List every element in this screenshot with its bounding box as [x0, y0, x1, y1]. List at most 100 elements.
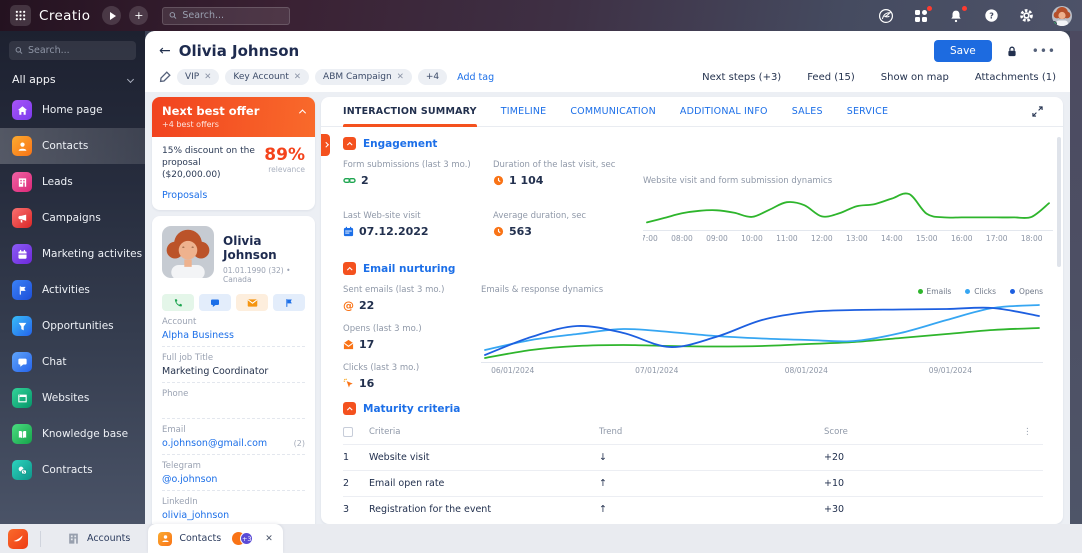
- envelope-open-icon: [343, 339, 354, 350]
- call-button[interactable]: [162, 294, 194, 311]
- collapse-chevron-icon[interactable]: [343, 262, 356, 275]
- contact-photo[interactable]: [162, 226, 214, 278]
- remove-tag-icon[interactable]: ✕: [397, 72, 404, 82]
- sidebar-item-chat[interactable]: Chat: [0, 344, 145, 380]
- apps-filter-dropdown[interactable]: All apps: [12, 73, 133, 86]
- interaction-panel: INTERACTION SUMMARY TIMELINE COMMUNICATI…: [321, 97, 1063, 524]
- tab-interaction-summary[interactable]: INTERACTION SUMMARY: [343, 97, 477, 127]
- remove-tag-icon[interactable]: ✕: [204, 72, 211, 82]
- table-menu-icon[interactable]: ⋮: [1023, 423, 1043, 444]
- email-nurturing-section: Email nurturing Sent emails (last 3 mo.)…: [321, 248, 1063, 390]
- add-button[interactable]: +: [129, 6, 148, 25]
- workspaces-icon[interactable]: [912, 7, 930, 25]
- scrollbar[interactable]: [1057, 137, 1061, 267]
- chat-button[interactable]: [199, 294, 231, 311]
- flag-button[interactable]: [273, 294, 305, 311]
- table-row[interactable]: 1 Website visit ↓ +20: [343, 444, 1043, 470]
- sidebar-item-opportunities[interactable]: Opportunities: [0, 308, 145, 344]
- remove-tag-icon[interactable]: ✕: [294, 72, 301, 82]
- freedom-bird-icon[interactable]: [877, 7, 895, 25]
- svg-text:$: $: [22, 469, 25, 474]
- tab-additional-info[interactable]: ADDITIONAL INFO: [680, 97, 768, 127]
- tab-service[interactable]: SERVICE: [847, 97, 888, 127]
- tag-pill[interactable]: ABM Campaign✕: [315, 69, 412, 85]
- linkedin-link[interactable]: olivia_johnson: [162, 510, 305, 521]
- notifications-bell-icon[interactable]: [947, 7, 965, 25]
- settings-gear-icon[interactable]: [1017, 7, 1035, 25]
- svg-text:15:00: 15:00: [916, 234, 938, 243]
- sidebar-item-contacts[interactable]: Contacts: [0, 128, 145, 164]
- offer-card-header[interactable]: Next best offer +4 best offers: [152, 97, 315, 137]
- svg-text:08/01/2024: 08/01/2024: [785, 366, 828, 375]
- tab-timeline[interactable]: TIMELINE: [501, 97, 547, 127]
- sidebar-search-input[interactable]: [28, 45, 130, 56]
- back-button[interactable]: ←: [159, 43, 171, 59]
- tag-icon[interactable]: [159, 71, 171, 83]
- maturity-criteria-header[interactable]: Maturity criteria: [343, 402, 1043, 415]
- online-status-dot: [1052, 21, 1057, 26]
- clock-icon: [493, 175, 504, 186]
- offer-card-subtitle: +4 best offers: [162, 120, 305, 129]
- tab-sales[interactable]: SALES: [792, 97, 823, 127]
- taskbar-tab-accounts[interactable]: Accounts: [53, 524, 144, 553]
- taskbar-tab-contacts[interactable]: Contacts +3 ✕: [148, 524, 282, 553]
- lock-icon[interactable]: [1006, 45, 1018, 58]
- app-launcher-icon[interactable]: [10, 5, 31, 26]
- global-search-input[interactable]: [182, 10, 283, 21]
- field-phone: Phone: [162, 383, 305, 419]
- telegram-link[interactable]: @o.johnson: [162, 474, 305, 485]
- global-search[interactable]: [162, 7, 290, 25]
- select-all-checkbox[interactable]: [343, 427, 353, 437]
- tag-pill[interactable]: VIP✕: [177, 69, 219, 85]
- more-tags-pill[interactable]: +4: [418, 69, 447, 85]
- table-row[interactable]: 2 Email open rate ↑ +10: [343, 470, 1043, 496]
- email-link[interactable]: o.johnson@gmail.com: [162, 438, 267, 449]
- chat-bubble-icon: [12, 352, 32, 372]
- notifications-dot: [962, 6, 967, 11]
- save-button[interactable]: Save: [934, 40, 992, 62]
- attachments-link[interactable]: Attachments (1): [975, 72, 1056, 83]
- close-tab-icon[interactable]: ✕: [265, 534, 273, 544]
- svg-text:11:00: 11:00: [776, 234, 798, 243]
- sidebar-item-activities[interactable]: Activities: [0, 272, 145, 308]
- sidebar-item-home[interactable]: Home page: [0, 92, 145, 128]
- play-button[interactable]: [102, 6, 121, 25]
- sidebar-item-websites[interactable]: Websites: [0, 380, 145, 416]
- proposals-link[interactable]: Proposals: [162, 190, 305, 201]
- email-button[interactable]: [236, 294, 268, 311]
- email-nurturing-header[interactable]: Email nurturing: [343, 262, 1043, 275]
- engagement-header[interactable]: Engagement: [343, 137, 1043, 150]
- sidebar-search[interactable]: [9, 41, 136, 60]
- collapse-chevron-icon[interactable]: [343, 137, 356, 150]
- user-avatar[interactable]: [1052, 6, 1072, 26]
- svg-text:09/01/2024: 09/01/2024: [929, 366, 972, 375]
- sidebar-item-leads[interactable]: Leads: [0, 164, 145, 200]
- sidebar-item-contracts[interactable]: $ Contracts: [0, 452, 145, 488]
- sidebar-item-knowledge-base[interactable]: Knowledge base: [0, 416, 145, 452]
- table-row[interactable]: 3 Registration for the event ↑ +30: [343, 496, 1043, 522]
- fullscreen-icon[interactable]: [1032, 106, 1043, 117]
- add-tag-button[interactable]: Add tag: [457, 72, 494, 83]
- panel-expand-handle[interactable]: [321, 134, 330, 156]
- tab-communication[interactable]: COMMUNICATION: [570, 97, 656, 127]
- show-on-map-link[interactable]: Show on map: [881, 72, 949, 83]
- sidebar-item-campaigns[interactable]: Campaigns: [0, 200, 145, 236]
- collapse-chevron-icon[interactable]: [343, 402, 356, 415]
- browser-window-icon: [12, 388, 32, 408]
- tag-pill[interactable]: Key Account✕: [225, 69, 309, 85]
- account-link[interactable]: Alpha Business: [162, 330, 305, 341]
- page-title: Olivia Johnson: [179, 42, 299, 60]
- collapse-chevron-icon[interactable]: [299, 109, 306, 116]
- sidebar-item-marketing-activities[interactable]: Marketing activites: [0, 236, 145, 272]
- feed-link[interactable]: Feed (15): [807, 72, 855, 83]
- maturity-criteria-table: Criteria Trend Score ⋮ 1 Website visit ↓…: [343, 423, 1043, 522]
- click-cursor-icon: [343, 378, 354, 389]
- sidebar-nav: All apps Home page Contacts Leads Campai…: [0, 31, 145, 524]
- creatio-taskbar-icon[interactable]: [8, 529, 28, 549]
- background-edge: [1070, 31, 1082, 524]
- help-icon[interactable]: ?: [982, 7, 1000, 25]
- metric-last-website-visit: Last Web-site visit 07.12.2022: [343, 211, 493, 248]
- more-actions-button[interactable]: •••: [1032, 44, 1056, 58]
- trend-down-icon: ↓: [599, 444, 824, 470]
- next-steps-link[interactable]: Next steps (+3): [702, 72, 781, 83]
